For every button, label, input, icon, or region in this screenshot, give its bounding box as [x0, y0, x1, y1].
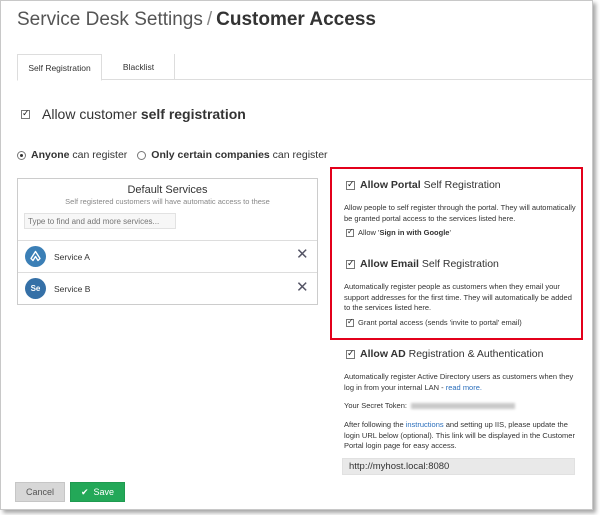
email-description: Automatically register people as custome… — [344, 282, 572, 312]
radio-companies[interactable] — [137, 150, 147, 160]
instructions-prefix: After following the — [344, 420, 406, 429]
register-scope-group: Anyone can register Only certain compani… — [17, 149, 338, 161]
remove-service-b-icon[interactable]: ✕ — [296, 280, 309, 295]
allow-self-registration-label: Allow customer self registration — [42, 106, 246, 122]
radio-companies-option[interactable]: Only certain companies can register — [137, 149, 328, 161]
google-bold: Sign in with Google — [379, 228, 450, 237]
radio-anyone-rest: can register — [69, 149, 128, 161]
allow-self-registration-bold: self registration — [140, 106, 246, 122]
ad-registration-label: Allow AD Registration & Authentication — [360, 348, 543, 360]
portal-description: Allow people to self register through th… — [344, 203, 576, 223]
default-services-subtitle: Self registered customers will have auto… — [65, 197, 270, 206]
radio-anyone-option[interactable]: Anyone can register — [17, 149, 127, 161]
ad-registration-checkbox[interactable] — [346, 348, 355, 359]
instructions-text: After following the instructions and set… — [344, 420, 580, 452]
page-title: Service Desk Settings / Customer Access — [17, 9, 376, 31]
allow-self-registration-checkbox[interactable] — [21, 108, 30, 119]
default-services-panel: Default Services Self registered custome… — [17, 178, 318, 305]
title-separator: / — [206, 9, 213, 30]
instructions-link[interactable]: instructions — [406, 420, 444, 429]
portal-head-bold: Allow Portal — [360, 179, 421, 191]
grant-portal-access-option: Grant portal access (sends 'invite to po… — [346, 317, 522, 327]
ad-description: Automatically register Active Directory … — [344, 372, 580, 393]
service-row-a: Service A — [18, 240, 317, 272]
radio-companies-label: Only certain companies can register — [151, 149, 327, 161]
default-services-title: Default Services — [127, 184, 208, 196]
radio-anyone[interactable] — [17, 150, 26, 160]
email-head-bold: Allow Email — [360, 258, 419, 270]
service-b-label: Service B — [54, 283, 91, 294]
tab-blacklist[interactable]: Blacklist — [103, 54, 175, 80]
settings-window: Service Desk Settings / Customer Access Se… — [0, 0, 593, 510]
grant-portal-access-label: Grant portal access (sends 'invite to po… — [358, 318, 522, 327]
service-row-b: Se Service B — [18, 272, 317, 304]
ad-head-rest: Registration & Authentication — [405, 348, 544, 360]
email-registration-heading: Allow Email Self Registration — [346, 258, 499, 270]
portal-head-rest: Self Registration — [420, 179, 501, 191]
google-signin-checkbox[interactable] — [346, 227, 354, 237]
email-head-rest: Self Registration — [418, 258, 499, 270]
radio-anyone-label: Anyone can register — [31, 149, 127, 161]
save-button-label: Save — [93, 487, 115, 497]
service-b-icon: Se — [25, 278, 46, 299]
tab-bar: Self Registration Blacklist — [17, 54, 592, 81]
cancel-button[interactable]: Cancel — [15, 482, 65, 502]
login-url-input[interactable]: http://myhost.local:8080 — [342, 458, 575, 475]
secret-token-label: Your Secret Token: — [344, 401, 407, 410]
secret-token-value — [410, 403, 515, 410]
google-signin-label: Allow 'Sign in with Google' — [358, 228, 451, 237]
save-button[interactable]: ✔ Save — [70, 482, 125, 502]
email-registration-checkbox[interactable] — [346, 258, 355, 269]
page-title-section: Service Desk Settings — [17, 9, 203, 30]
save-check-icon: ✔ — [80, 486, 89, 497]
secret-token-row: Your Secret Token: — [344, 401, 580, 412]
google-prefix: Allow ' — [358, 228, 380, 237]
service-a-label: Service A — [54, 251, 90, 262]
highlight-box — [330, 167, 583, 340]
email-registration-label: Allow Email Self Registration — [360, 258, 499, 270]
page-title-current: Customer Access — [216, 9, 376, 30]
service-search-input[interactable] — [24, 213, 176, 229]
service-a-icon — [25, 246, 46, 267]
allow-self-registration-prefix: Allow customer — [42, 106, 141, 122]
radio-anyone-bold: Anyone — [31, 149, 70, 161]
ad-registration-heading: Allow AD Registration & Authentication — [346, 348, 543, 360]
google-signin-option: Allow 'Sign in with Google' — [346, 227, 451, 237]
remove-service-a-icon[interactable]: ✕ — [296, 247, 309, 262]
ad-head-bold: Allow AD — [360, 348, 406, 360]
read-more-link[interactable]: read more. — [446, 383, 482, 392]
tab-self-registration[interactable]: Self Registration — [17, 54, 102, 81]
portal-registration-checkbox[interactable] — [346, 179, 355, 190]
portal-registration-label: Allow Portal Self Registration — [360, 179, 501, 191]
allow-self-registration-row: Allow customer self registration — [21, 106, 246, 122]
radio-companies-rest: can register — [269, 149, 328, 161]
portal-registration-heading: Allow Portal Self Registration — [346, 179, 501, 191]
google-suffix: ' — [449, 228, 451, 237]
radio-companies-bold: Only certain companies — [151, 149, 270, 161]
grant-portal-access-checkbox[interactable] — [346, 317, 354, 327]
